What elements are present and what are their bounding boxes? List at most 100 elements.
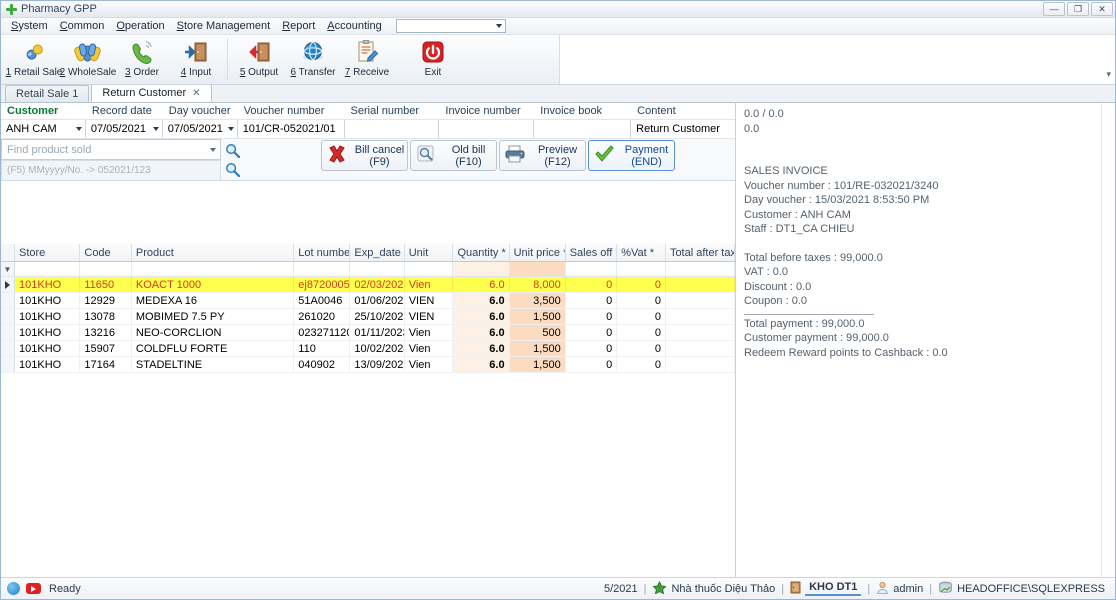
col-header-unit-price[interactable]: Unit price *	[510, 244, 566, 261]
col-header-exp-date[interactable]: Exp_date	[350, 244, 405, 261]
cell-quantity[interactable]: 6.0	[453, 293, 510, 308]
col-header-total-after-tax[interactable]: Total after tax	[666, 244, 735, 261]
preview-button[interactable]: Preview (F12)	[499, 140, 586, 171]
cell-code[interactable]: 13216	[80, 325, 132, 340]
col-header-product[interactable]: Product	[132, 244, 295, 261]
cell-unit[interactable]: Vien	[405, 357, 454, 372]
invoice-vertical-scrollbar[interactable]	[1101, 103, 1115, 586]
col-header-vat[interactable]: %Vat *	[617, 244, 666, 261]
cell-lot-number[interactable]: 261020	[294, 309, 351, 324]
restore-button[interactable]: ❐	[1067, 2, 1089, 16]
ribbon-expand-icon[interactable]: ▾	[1106, 69, 1111, 80]
menu-item-system[interactable]: System	[5, 18, 54, 35]
cell-total-after-tax[interactable]	[666, 309, 735, 324]
row-indicator[interactable]	[1, 325, 15, 340]
filter-total-after-tax[interactable]	[666, 262, 735, 276]
cell-exp-date[interactable]: 10/02/2024	[350, 341, 405, 356]
filter-product[interactable]	[132, 262, 295, 276]
cell-unit-price[interactable]: 3,500	[509, 293, 566, 308]
cell-product[interactable]: KOACT 1000	[132, 277, 295, 292]
cell-store[interactable]: 101KHO	[15, 277, 81, 292]
filter-quantity[interactable]	[453, 262, 510, 276]
cell-product[interactable]: NEO-CORCLION	[132, 325, 295, 340]
filter-unit[interactable]	[405, 262, 454, 276]
cell-exp-date[interactable]: 02/03/2022	[350, 277, 405, 292]
cell-sales-off[interactable]: 0	[566, 277, 618, 292]
ribbon-button-receive[interactable]: 7 Receive	[340, 35, 394, 83]
cell-unit[interactable]: VIEN	[405, 293, 454, 308]
cell-code[interactable]: 11650	[80, 277, 132, 292]
invoice-number-field[interactable]	[439, 120, 535, 138]
filter-vat[interactable]	[617, 262, 666, 276]
chevron-down-icon[interactable]	[210, 147, 216, 152]
table-row[interactable]: 101KHO 13078 MOBIMED 7.5 PY 261020 25/10/202…	[1, 309, 735, 325]
cell-lot-number[interactable]: ej8720005	[294, 277, 351, 292]
cell-total-after-tax[interactable]	[666, 357, 735, 372]
table-row[interactable]: 101KHO 12929 MEDEXA 16 51A0046 01/06/2022 VIE…	[1, 293, 735, 309]
invoice-book-field[interactable]	[534, 120, 632, 138]
cell-vat[interactable]: 0	[617, 277, 666, 292]
cell-quantity[interactable]: 6.0	[453, 357, 510, 372]
status-user-item[interactable]: admin	[876, 581, 923, 597]
cell-unit-price[interactable]: 500	[509, 325, 566, 340]
cell-lot-number[interactable]: 023271120	[294, 325, 351, 340]
col-header-sales-off[interactable]: Sales off *	[566, 244, 618, 261]
cell-unit[interactable]: Vien	[405, 325, 454, 340]
row-indicator[interactable]	[1, 357, 15, 372]
cell-quantity[interactable]: 6.0	[453, 277, 510, 292]
ribbon-button-transfer[interactable]: 6 Transfer	[286, 35, 340, 83]
cell-product[interactable]: STADELTINE	[132, 357, 295, 372]
cell-unit[interactable]: Vien	[405, 277, 454, 292]
cell-store[interactable]: 101KHO	[15, 293, 81, 308]
cell-exp-date[interactable]: 01/11/2023	[350, 325, 405, 340]
table-row[interactable]: 101KHO 15907 COLDFLU FORTE 110 10/02/2024 Vie…	[1, 341, 735, 357]
ribbon-button-retail-sale[interactable]: 1 Retail Sale	[6, 35, 62, 83]
filter-unit-price[interactable]	[509, 262, 566, 276]
payment-button[interactable]: Payment (END)	[588, 140, 675, 171]
ribbon-button-wholesale[interactable]: 2 WholeSale	[60, 35, 116, 83]
day-voucher-field[interactable]: 07/05/2021	[162, 120, 238, 138]
cell-sales-off[interactable]: 0	[566, 309, 618, 324]
menu-item-common[interactable]: Common	[54, 18, 111, 35]
cell-product[interactable]: COLDFLU FORTE	[132, 341, 295, 356]
close-button[interactable]: ✕	[1091, 2, 1113, 16]
cell-total-after-tax[interactable]	[666, 341, 735, 356]
cell-vat[interactable]: 0	[617, 325, 666, 340]
table-row[interactable]: 101KHO 13216 NEO-CORCLION 023271120 01/11/20…	[1, 325, 735, 341]
voucher-number-field[interactable]: 101/CR-052021/01	[237, 120, 345, 138]
cell-sales-off[interactable]: 0	[566, 293, 618, 308]
customer-field[interactable]: ANH CAM	[1, 120, 86, 138]
status-pharmacy-item[interactable]: Nhà thuốc Diệu Thảo	[652, 580, 775, 597]
cell-sales-off[interactable]: 0	[566, 341, 618, 356]
cell-product[interactable]: MOBIMED 7.5 PY	[132, 309, 295, 324]
filter-lot[interactable]	[294, 262, 351, 276]
cell-store[interactable]: 101KHO	[15, 325, 81, 340]
tab-retail-sale-1[interactable]: Retail Sale 1	[5, 85, 90, 102]
ribbon-button-output[interactable]: 5 Output	[232, 35, 286, 83]
cell-vat[interactable]: 0	[617, 341, 666, 356]
search-icon-secondary[interactable]	[225, 162, 240, 177]
cell-lot-number[interactable]: 51A0046	[294, 293, 351, 308]
search-icon[interactable]	[225, 143, 240, 158]
cell-exp-date[interactable]: 25/10/2023	[350, 309, 405, 324]
row-indicator[interactable]	[1, 309, 15, 324]
ribbon-button-input[interactable]: 4 Input	[169, 35, 223, 83]
record-date-field[interactable]: 07/05/2021	[85, 120, 163, 138]
video-icon[interactable]	[26, 583, 41, 594]
cell-unit[interactable]: VIEN	[405, 309, 454, 324]
ribbon-button-exit[interactable]: Exit	[406, 35, 460, 83]
menu-item-operation[interactable]: Operation	[110, 18, 170, 35]
menu-item-accounting[interactable]: Accounting	[321, 18, 387, 35]
cell-unit-price[interactable]: 1,500	[509, 341, 566, 356]
minimize-button[interactable]: —	[1043, 2, 1065, 16]
cell-code[interactable]: 12929	[80, 293, 132, 308]
col-header-unit[interactable]: Unit	[405, 244, 454, 261]
status-store-item[interactable]: KHO DT1	[790, 581, 862, 597]
col-header-lot[interactable]: Lot number	[294, 244, 351, 261]
tab-return-customer[interactable]: Return Customer ✕	[91, 84, 212, 102]
cell-vat[interactable]: 0	[617, 357, 666, 372]
cell-code[interactable]: 15907	[80, 341, 132, 356]
filter-icon[interactable]: ▼	[1, 262, 15, 276]
col-header-quantity[interactable]: Quantity *	[453, 244, 510, 261]
ribbon-button-order[interactable]: 3 Order	[115, 35, 169, 83]
